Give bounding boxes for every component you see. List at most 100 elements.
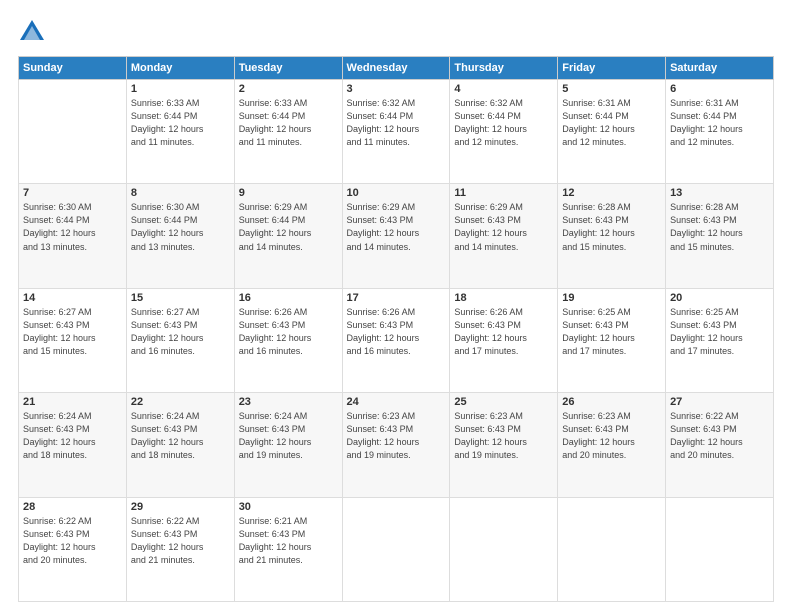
day-info: Sunrise: 6:24 AM Sunset: 6:43 PM Dayligh… [23,410,122,462]
day-info: Sunrise: 6:26 AM Sunset: 6:43 PM Dayligh… [239,306,338,358]
calendar-cell: 18 Sunrise: 6:26 AM Sunset: 6:43 PM Dayli… [450,288,558,392]
day-number: 20 [670,292,769,304]
calendar-cell: 4 Sunrise: 6:32 AM Sunset: 6:44 PM Daylig… [450,80,558,184]
day-number: 30 [239,501,338,513]
calendar-cell: 2 Sunrise: 6:33 AM Sunset: 6:44 PM Daylig… [234,80,342,184]
day-number: 9 [239,187,338,199]
day-info: Sunrise: 6:29 AM Sunset: 6:43 PM Dayligh… [347,201,446,253]
day-info: Sunrise: 6:23 AM Sunset: 6:43 PM Dayligh… [562,410,661,462]
calendar-cell: 13 Sunrise: 6:28 AM Sunset: 6:43 PM Dayli… [666,184,774,288]
day-info: Sunrise: 6:32 AM Sunset: 6:44 PM Dayligh… [454,97,553,149]
calendar-cell: 12 Sunrise: 6:28 AM Sunset: 6:43 PM Dayli… [558,184,666,288]
calendar-cell: 26 Sunrise: 6:23 AM Sunset: 6:43 PM Dayli… [558,393,666,497]
column-header-tuesday: Tuesday [234,57,342,80]
day-number: 17 [347,292,446,304]
calendar-cell [19,80,127,184]
column-headers-row: SundayMondayTuesdayWednesdayThursdayFrid… [19,57,774,80]
day-info: Sunrise: 6:22 AM Sunset: 6:43 PM Dayligh… [670,410,769,462]
calendar-cell: 15 Sunrise: 6:27 AM Sunset: 6:43 PM Dayli… [126,288,234,392]
day-number: 28 [23,501,122,513]
calendar-cell: 16 Sunrise: 6:26 AM Sunset: 6:43 PM Dayli… [234,288,342,392]
calendar-cell: 30 Sunrise: 6:21 AM Sunset: 6:43 PM Dayli… [234,497,342,601]
day-number: 18 [454,292,553,304]
day-info: Sunrise: 6:21 AM Sunset: 6:43 PM Dayligh… [239,515,338,567]
calendar-cell [450,497,558,601]
day-number: 2 [239,83,338,95]
day-number: 10 [347,187,446,199]
calendar-cell [666,497,774,601]
day-info: Sunrise: 6:22 AM Sunset: 6:43 PM Dayligh… [23,515,122,567]
calendar-cell: 25 Sunrise: 6:23 AM Sunset: 6:43 PM Dayli… [450,393,558,497]
day-number: 3 [347,83,446,95]
calendar-cell: 21 Sunrise: 6:24 AM Sunset: 6:43 PM Dayli… [19,393,127,497]
calendar-cell: 6 Sunrise: 6:31 AM Sunset: 6:44 PM Daylig… [666,80,774,184]
day-info: Sunrise: 6:33 AM Sunset: 6:44 PM Dayligh… [131,97,230,149]
day-number: 12 [562,187,661,199]
calendar-cell: 10 Sunrise: 6:29 AM Sunset: 6:43 PM Dayli… [342,184,450,288]
column-header-wednesday: Wednesday [342,57,450,80]
day-number: 14 [23,292,122,304]
calendar-cell: 19Sunrise: 6:25 AM Sunset: 6:43 PM Dayli… [558,288,666,392]
day-info: Sunrise: 6:28 AM Sunset: 6:43 PM Dayligh… [670,201,769,253]
calendar-cell: 11Sunrise: 6:29 AM Sunset: 6:43 PM Dayli… [450,184,558,288]
calendar-cell: 7Sunrise: 6:30 AM Sunset: 6:44 PM Daylig… [19,184,127,288]
week-row-0: 1 Sunrise: 6:33 AM Sunset: 6:44 PM Daylig… [19,80,774,184]
day-info: Sunrise: 6:24 AM Sunset: 6:43 PM Dayligh… [131,410,230,462]
day-number: 6 [670,83,769,95]
day-info: Sunrise: 6:29 AM Sunset: 6:44 PM Dayligh… [239,201,338,253]
day-info: Sunrise: 6:26 AM Sunset: 6:43 PM Dayligh… [454,306,553,358]
calendar-cell: 9 Sunrise: 6:29 AM Sunset: 6:44 PM Daylig… [234,184,342,288]
day-info: Sunrise: 6:28 AM Sunset: 6:43 PM Dayligh… [562,201,661,253]
day-info: Sunrise: 6:22 AM Sunset: 6:43 PM Dayligh… [131,515,230,567]
calendar-cell: 28 Sunrise: 6:22 AM Sunset: 6:43 PM Dayli… [19,497,127,601]
day-info: Sunrise: 6:27 AM Sunset: 6:43 PM Dayligh… [23,306,122,358]
day-number: 4 [454,83,553,95]
column-header-thursday: Thursday [450,57,558,80]
calendar-cell: 22Sunrise: 6:24 AM Sunset: 6:43 PM Dayli… [126,393,234,497]
day-number: 26 [562,396,661,408]
day-info: Sunrise: 6:31 AM Sunset: 6:44 PM Dayligh… [562,97,661,149]
logo [18,18,50,46]
calendar-cell: 3Sunrise: 6:32 AM Sunset: 6:44 PM Daylig… [342,80,450,184]
day-number: 23 [239,396,338,408]
day-info: Sunrise: 6:31 AM Sunset: 6:44 PM Dayligh… [670,97,769,149]
column-header-friday: Friday [558,57,666,80]
week-row-4: 28 Sunrise: 6:22 AM Sunset: 6:43 PM Dayli… [19,497,774,601]
calendar-cell: 24 Sunrise: 6:23 AM Sunset: 6:43 PM Dayli… [342,393,450,497]
day-number: 8 [131,187,230,199]
day-info: Sunrise: 6:29 AM Sunset: 6:43 PM Dayligh… [454,201,553,253]
day-info: Sunrise: 6:23 AM Sunset: 6:43 PM Dayligh… [454,410,553,462]
day-number: 13 [670,187,769,199]
day-number: 29 [131,501,230,513]
calendar-table: SundayMondayTuesdayWednesdayThursdayFrid… [18,56,774,602]
calendar-cell: 17Sunrise: 6:26 AM Sunset: 6:43 PM Dayli… [342,288,450,392]
week-row-2: 14 Sunrise: 6:27 AM Sunset: 6:43 PM Dayli… [19,288,774,392]
day-info: Sunrise: 6:25 AM Sunset: 6:43 PM Dayligh… [670,306,769,358]
calendar-cell [342,497,450,601]
calendar-cell: 20 Sunrise: 6:25 AM Sunset: 6:43 PM Dayli… [666,288,774,392]
day-info: Sunrise: 6:30 AM Sunset: 6:44 PM Dayligh… [131,201,230,253]
calendar-cell: 8 Sunrise: 6:30 AM Sunset: 6:44 PM Daylig… [126,184,234,288]
day-number: 27 [670,396,769,408]
calendar-cell: 14 Sunrise: 6:27 AM Sunset: 6:43 PM Dayli… [19,288,127,392]
week-row-3: 21 Sunrise: 6:24 AM Sunset: 6:43 PM Dayli… [19,393,774,497]
logo-icon [18,18,46,46]
day-info: Sunrise: 6:27 AM Sunset: 6:43 PM Dayligh… [131,306,230,358]
day-info: Sunrise: 6:33 AM Sunset: 6:44 PM Dayligh… [239,97,338,149]
day-number: 21 [23,396,122,408]
day-info: Sunrise: 6:24 AM Sunset: 6:43 PM Dayligh… [239,410,338,462]
calendar-cell: 23 Sunrise: 6:24 AM Sunset: 6:43 PM Dayli… [234,393,342,497]
day-number: 15 [131,292,230,304]
calendar-cell [558,497,666,601]
column-header-monday: Monday [126,57,234,80]
day-number: 5 [562,83,661,95]
day-number: 19 [562,292,661,304]
day-number: 24 [347,396,446,408]
day-number: 16 [239,292,338,304]
day-number: 25 [454,396,553,408]
day-info: Sunrise: 6:23 AM Sunset: 6:43 PM Dayligh… [347,410,446,462]
calendar-cell: 27 Sunrise: 6:22 AM Sunset: 6:43 PM Dayli… [666,393,774,497]
calendar-cell: 5 Sunrise: 6:31 AM Sunset: 6:44 PM Daylig… [558,80,666,184]
day-number: 1 [131,83,230,95]
calendar-cell: 29 Sunrise: 6:22 AM Sunset: 6:43 PM Dayli… [126,497,234,601]
